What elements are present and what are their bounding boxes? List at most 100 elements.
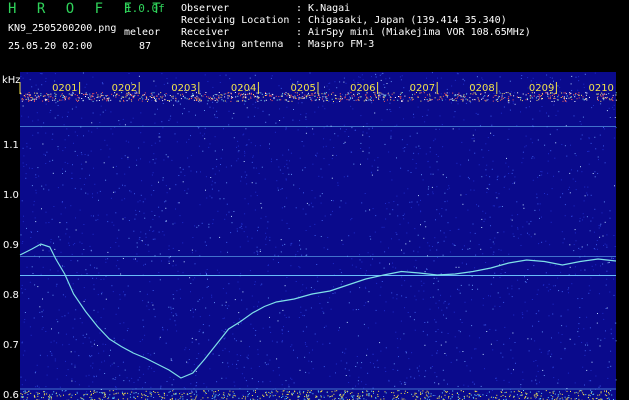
noise-pixel [448, 303, 450, 305]
noise-pixel [537, 365, 539, 367]
noise-pixel [247, 116, 249, 118]
noise-pixel [107, 258, 109, 260]
bottom-band-pixel [442, 398, 444, 400]
noise-pixel [104, 373, 106, 374]
bottom-band-pixel [131, 391, 133, 393]
noise-pixel [443, 302, 445, 304]
noise-pixel [258, 381, 259, 383]
noise-pixel [603, 128, 605, 130]
band-pixel [202, 95, 204, 97]
noise-pixel [48, 222, 50, 223]
bottom-band-pixel [521, 394, 523, 396]
noise-pixel [588, 285, 590, 287]
noise-pixel [316, 155, 317, 157]
noise-pixel [456, 162, 458, 164]
noise-pixel [139, 377, 141, 378]
noise-pixel [403, 192, 405, 194]
noise-pixel [533, 360, 535, 362]
noise-pixel [85, 177, 87, 179]
band-pixel [133, 95, 135, 97]
noise-pixel [79, 241, 81, 243]
noise-pixel [424, 322, 426, 323]
band-pixel [615, 99, 617, 101]
noise-pixel [89, 264, 91, 266]
noise-pixel [314, 111, 316, 113]
noise-pixel [490, 115, 492, 117]
band-pixel [141, 96, 143, 98]
noise-pixel [128, 141, 130, 143]
noise-pixel [112, 291, 114, 293]
bottom-band-pixel [450, 398, 452, 400]
noise-pixel [115, 165, 117, 167]
noise-pixel [170, 358, 172, 360]
noise-pixel [297, 250, 299, 252]
noise-pixel [116, 173, 118, 175]
bottom-band-pixel [50, 398, 52, 400]
noise-pixel [347, 392, 348, 394]
noise-pixel [93, 167, 94, 169]
noise-pixel [254, 334, 256, 336]
noise-pixel [424, 121, 426, 123]
band-pixel [170, 99, 172, 101]
bottom-band-pixel [282, 395, 284, 397]
noise-pixel [30, 231, 32, 233]
band-pixel [265, 93, 267, 94]
noise-pixel [297, 357, 298, 359]
noise-pixel [300, 306, 302, 308]
bottom-band-pixel [68, 394, 70, 396]
noise-pixel [469, 370, 471, 372]
bottom-band-pixel [493, 396, 495, 398]
bottom-band-pixel [218, 393, 220, 395]
noise-pixel [384, 251, 386, 253]
band-pixel [499, 92, 501, 94]
band-pixel [91, 95, 93, 97]
bottom-band-pixel [606, 390, 607, 392]
noise-pixel [84, 154, 86, 155]
band-pixel [242, 97, 244, 99]
noise-pixel [435, 341, 437, 342]
noise-pixel [527, 338, 529, 340]
band-pixel [101, 92, 103, 94]
noise-pixel [226, 307, 228, 309]
noise-pixel [536, 193, 538, 195]
band-pixel [42, 100, 44, 102]
band-pixel [205, 92, 207, 93]
noise-pixel [300, 113, 302, 115]
noise-pixel [414, 228, 416, 230]
noise-pixel [383, 267, 385, 269]
noise-pixel [311, 392, 312, 394]
noise-pixel [435, 128, 437, 130]
band-pixel [89, 98, 91, 100]
bottom-band-pixel [371, 396, 373, 398]
noise-pixel [48, 250, 50, 252]
noise-pixel [390, 137, 392, 139]
bottom-band-pixel [82, 398, 84, 400]
noise-pixel [391, 179, 393, 181]
noise-pixel [83, 135, 84, 137]
noise-pixel [100, 279, 102, 280]
noise-pixel [154, 142, 156, 144]
noise-pixel [259, 249, 261, 251]
noise-pixel [578, 328, 579, 330]
band-pixel [611, 98, 613, 100]
noise-pixel [444, 192, 446, 194]
noise-pixel [474, 232, 476, 234]
bottom-band-pixel [370, 395, 372, 397]
noise-pixel [99, 114, 101, 116]
noise-pixel [527, 279, 528, 280]
noise-pixel [162, 103, 164, 104]
noise-pixel [426, 269, 428, 270]
bottom-band-pixel [241, 397, 243, 399]
noise-pixel [221, 304, 223, 306]
noise-pixel [432, 173, 434, 175]
noise-pixel [557, 277, 559, 279]
noise-pixel [472, 284, 473, 286]
noise-pixel [537, 176, 539, 178]
noise-pixel [360, 148, 362, 149]
band-pixel [269, 95, 271, 97]
noise-pixel [541, 216, 542, 218]
bottom-band-pixel [398, 398, 399, 400]
noise-pixel [393, 363, 395, 365]
noise-pixel [198, 343, 200, 345]
noise-pixel [458, 228, 460, 230]
